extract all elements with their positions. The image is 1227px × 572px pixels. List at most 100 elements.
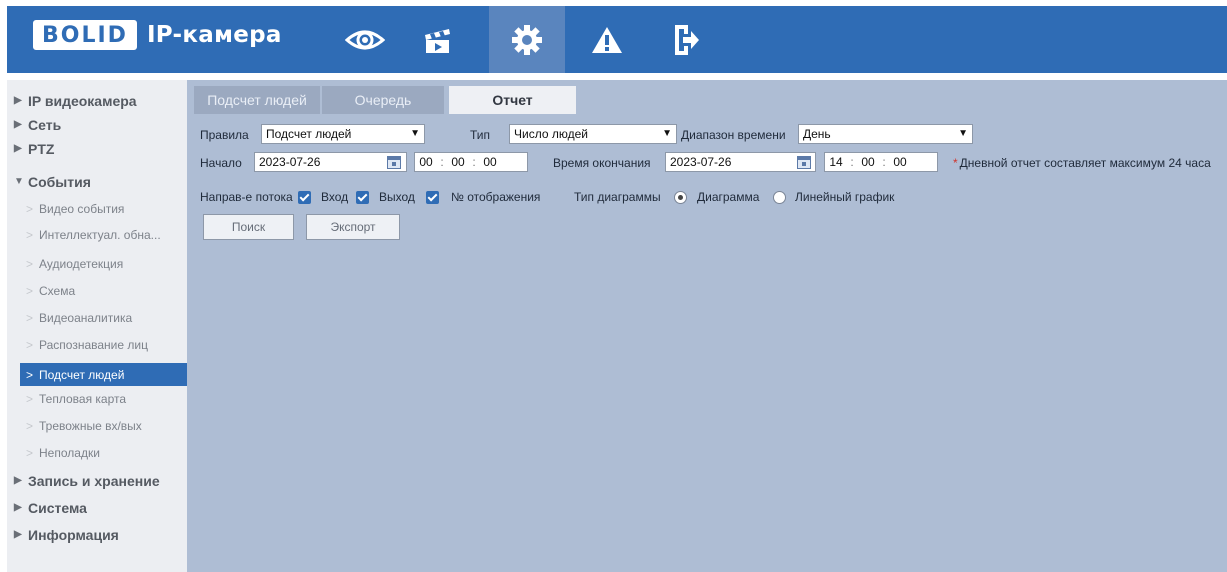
end-hour[interactable]: 14 (825, 153, 847, 171)
sidebar-item-ptz[interactable]: ▶ PTZ (7, 137, 187, 160)
sidebar-item-label: Схема (39, 283, 76, 298)
chevron-right-icon: > (26, 391, 34, 406)
chevron-right-icon: > (26, 418, 34, 433)
sidebar-sub-alarm-io[interactable]: > Тревожные вх/вых (7, 414, 187, 437)
chevron-down-icon: ▼ (958, 128, 968, 139)
time-range-select[interactable]: День ▼ (798, 124, 973, 144)
start-hour[interactable]: 00 (415, 153, 437, 171)
sidebar-item-label: Система (28, 499, 87, 516)
end-minute[interactable]: 00 (857, 153, 879, 171)
chevron-right-icon: > (26, 201, 34, 216)
end-time-field[interactable]: 14 : 00 : 00 (824, 152, 938, 172)
export-button[interactable]: Экспорт (306, 214, 400, 240)
time-separator: : (440, 155, 444, 169)
chevron-right-icon: > (26, 283, 34, 298)
search-button[interactable]: Поиск (203, 214, 294, 240)
nav-playback[interactable] (399, 6, 475, 73)
type-select-value: Число людей (514, 127, 588, 141)
sidebar-item-system[interactable]: ▶ Система (7, 496, 187, 519)
nav-settings[interactable] (489, 6, 565, 73)
chevron-right-icon: > (26, 445, 34, 460)
nav-live-view[interactable] (327, 6, 403, 73)
end-date-field[interactable]: 2023-07-26 (665, 152, 816, 172)
sidebar-sub-heat-map[interactable]: > Тепловая карта (7, 387, 187, 410)
tab-people-counting[interactable]: Подсчет людей (194, 86, 320, 114)
tab-queue[interactable]: Очередь (322, 86, 444, 114)
sidebar-item-ip-camera[interactable]: ▶ IP видеокамера (7, 89, 187, 112)
clapperboard-icon (422, 25, 452, 55)
start-time-field[interactable]: 00 : 00 : 00 (414, 152, 528, 172)
chart-type-label: Тип диаграммы (574, 190, 661, 204)
sidebar-sub-scheme[interactable]: > Схема (7, 279, 187, 302)
end-date-value: 2023-07-26 (670, 155, 732, 169)
display-number-label: № отображения (451, 190, 541, 204)
exit-checkbox[interactable] (426, 191, 439, 204)
triangle-right-icon: ▶ (14, 529, 22, 540)
sidebar-item-label: События (28, 173, 91, 190)
sidebar-item-information[interactable]: ▶ Информация (7, 523, 187, 546)
sidebar-item-label: Интеллектуал. обна... (39, 227, 161, 242)
chart-type-bar-label: Диаграмма (697, 190, 760, 204)
report-limit-note: * Дневной отчет составляет максимум 24 ча… (953, 152, 1211, 174)
sidebar-sub-audio-detection[interactable]: > Аудиодетекция (7, 252, 187, 275)
sidebar-sub-faults[interactable]: > Неполадки (7, 441, 187, 464)
sidebar-item-label: IP видеокамера (28, 92, 137, 109)
start-date-field[interactable]: 2023-07-26 (254, 152, 407, 172)
time-separator: : (472, 155, 476, 169)
sidebar-sub-people-counting[interactable]: > Подсчет людей (20, 363, 194, 386)
triangle-right-icon: ▶ (14, 475, 22, 486)
options-row: Направ-е потока Вход Выход № отображения… (187, 186, 1227, 208)
start-label: Начало (200, 156, 242, 170)
triangle-down-icon: ▼ (14, 176, 24, 187)
time-row: Начало 2023-07-26 00 : 00 : 00 Время око… (187, 152, 1227, 174)
time-separator: : (882, 155, 886, 169)
rules-select-value: Подсчет людей (266, 127, 352, 141)
app-window: BOLID IP-камера ▶ IP видеокамера ▶ Сеть … (0, 0, 1227, 572)
sidebar-sub-smart-detection[interactable]: > Интеллектуал. обна... (7, 223, 187, 246)
eye-icon (345, 26, 385, 54)
end-second[interactable]: 00 (889, 153, 911, 171)
logo: BOLID IP-камера (33, 20, 282, 50)
sidebar-item-label: Тревожные вх/вых (39, 418, 142, 433)
chevron-down-icon: ▼ (410, 128, 420, 139)
start-second[interactable]: 00 (479, 153, 501, 171)
chart-type-line-radio[interactable] (773, 191, 786, 204)
flow-direction-checkbox[interactable] (298, 191, 311, 204)
sidebar-item-label: Подсчет людей (39, 367, 125, 382)
nav-logout[interactable] (649, 6, 725, 73)
entry-checkbox[interactable] (356, 191, 369, 204)
chevron-down-icon: ▼ (662, 128, 672, 139)
sidebar-sub-video-analytics[interactable]: > Видеоаналитика (7, 306, 187, 329)
end-label: Время окончания (553, 156, 651, 170)
rules-row: Правила Подсчет людей ▼ Тип Число людей … (187, 124, 1227, 146)
triangle-right-icon: ▶ (14, 502, 22, 513)
flow-direction-label: Направ-е потока (200, 190, 293, 204)
sidebar-item-network[interactable]: ▶ Сеть (7, 113, 187, 136)
type-select[interactable]: Число людей ▼ (509, 124, 677, 144)
sidebar-item-label: Информация (28, 526, 119, 543)
sidebar-sub-face-recognition[interactable]: > Распознавание лиц (7, 333, 187, 356)
time-range-select-value: День (803, 127, 831, 141)
nav-alarm[interactable] (569, 6, 645, 73)
chart-type-bar-radio[interactable] (674, 191, 687, 204)
time-separator: : (850, 155, 854, 169)
tab-report[interactable]: Отчет (449, 86, 576, 114)
entry-label: Вход (321, 190, 349, 204)
start-minute[interactable]: 00 (447, 153, 469, 171)
sidebar-item-label: Тепловая карта (39, 391, 127, 406)
product-title: IP-камера (146, 22, 282, 48)
calendar-icon[interactable] (387, 156, 401, 169)
sidebar-sub-video-events[interactable]: > Видео события (7, 197, 187, 220)
warning-icon (591, 26, 623, 54)
sidebar-item-label: Сеть (28, 116, 62, 133)
sidebar-item-label: Неполадки (39, 445, 100, 460)
sidebar-item-events[interactable]: ▼ События (7, 170, 187, 193)
start-date-value: 2023-07-26 (259, 155, 321, 169)
sidebar-item-record-storage[interactable]: ▶ Запись и хранение (7, 469, 187, 492)
sidebar-item-label: Аудиодетекция (39, 256, 124, 271)
calendar-icon[interactable] (797, 156, 811, 169)
exit-label: Выход (379, 190, 415, 204)
triangle-right-icon: ▶ (14, 95, 22, 106)
type-label: Тип (470, 128, 491, 142)
rules-select[interactable]: Подсчет людей ▼ (261, 124, 425, 144)
